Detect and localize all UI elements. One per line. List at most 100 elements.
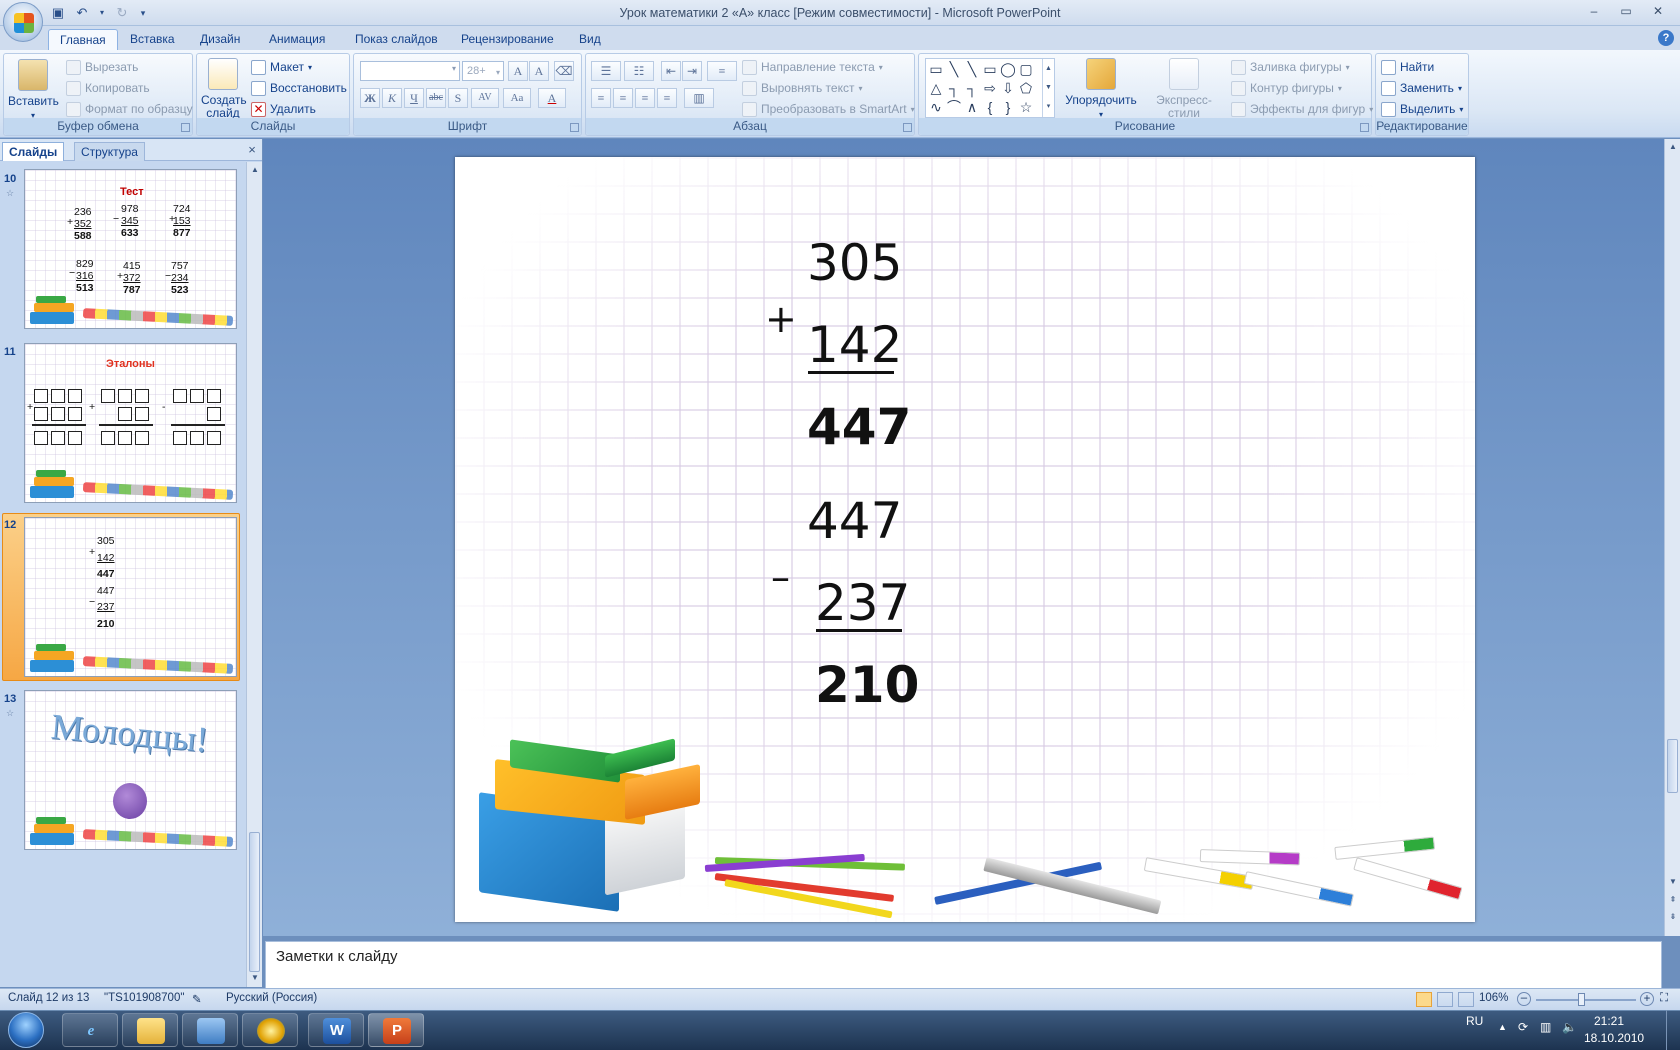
shadow-button[interactable]: S	[448, 88, 468, 108]
scroll-up-icon[interactable]: ▲	[1667, 141, 1679, 153]
strike-button[interactable]: abc	[426, 88, 446, 108]
gallery-scroll[interactable]: ▲ ▼ ▾	[1042, 59, 1054, 117]
case-button[interactable]: Aa	[503, 88, 531, 108]
shrink-font-button[interactable]: A	[529, 61, 549, 81]
tab-structure[interactable]: Структура	[74, 142, 145, 161]
zoom-level[interactable]: 106%	[1479, 992, 1508, 1004]
office-button[interactable]	[3, 2, 43, 42]
slideshow-view-icon[interactable]	[1458, 992, 1474, 1007]
oval-shape-icon[interactable]: ◯	[1000, 61, 1016, 77]
minus-sign[interactable]: –	[771, 547, 790, 607]
down-arrow-shape-icon[interactable]: ⇩	[1000, 80, 1016, 96]
sorter-view-icon[interactable]	[1437, 992, 1453, 1007]
taskbar-word[interactable]: W	[308, 1013, 364, 1047]
zoom-in-icon[interactable]: +	[1640, 992, 1654, 1006]
scroll-thumb[interactable]	[1667, 739, 1678, 793]
right-arrow-shape-icon[interactable]: ⇨	[982, 80, 998, 96]
next-slide-icon[interactable]: ⇟	[1667, 911, 1679, 923]
elbow-shape-icon[interactable]: ┐	[946, 80, 962, 96]
shape-fill-button[interactable]: Заливка фигуры ▾	[1231, 58, 1350, 76]
shape-effects-button[interactable]: Эффекты для фигур ▾	[1231, 100, 1373, 118]
clock-time[interactable]: 21:21	[1594, 1014, 1624, 1028]
restore-button[interactable]: ▭	[1612, 2, 1640, 20]
line-spacing-button[interactable]: ≡	[707, 61, 737, 81]
pentagon-shape-icon[interactable]: ⬠	[1018, 80, 1034, 96]
new-slide-button[interactable]: Создать слайд	[201, 58, 247, 120]
language-indicator[interactable]: Русский (Россия)	[226, 992, 317, 1004]
tab-insert[interactable]: Вставка	[119, 29, 186, 50]
align-center-button[interactable]: ≡	[613, 88, 633, 108]
taskbar-ie[interactable]: e	[62, 1013, 118, 1047]
underline-button[interactable]: Ч	[404, 88, 424, 108]
paste-button[interactable]: Вставить ▾	[8, 59, 59, 122]
minuend[interactable]: 447	[807, 491, 902, 551]
slides-scrollbar[interactable]: ▲ ▼	[246, 162, 262, 987]
undo-dropdown-icon[interactable]: ▾	[98, 5, 106, 21]
replace-button[interactable]: Заменить ▾	[1381, 79, 1462, 97]
bullets-button[interactable]: ☰	[591, 61, 621, 81]
left-brace-shape-icon[interactable]: {	[982, 99, 998, 115]
dialog-launcher-icon[interactable]	[181, 123, 190, 132]
network-sync-icon[interactable]: ⟳	[1518, 1020, 1528, 1034]
sum-result[interactable]: 447	[807, 397, 911, 457]
slide-scrollbar[interactable]: ▲ ▼ ⇞ ⇟	[1664, 139, 1680, 936]
spellcheck-icon[interactable]: ✎	[192, 992, 202, 1006]
justify-button[interactable]: ≡	[657, 88, 677, 108]
tab-slideshow[interactable]: Показ слайдов	[344, 29, 449, 50]
show-desktop-button[interactable]	[1666, 1010, 1680, 1050]
fit-to-window-icon[interactable]: ⛶	[1660, 992, 1668, 1005]
arrange-button[interactable]: Упорядочить ▾	[1063, 58, 1139, 121]
reset-button[interactable]: Восстановить	[251, 79, 347, 97]
help-icon[interactable]: ?	[1658, 30, 1674, 46]
notes-placeholder[interactable]: Заметки к слайду	[276, 948, 398, 965]
font-name-select[interactable]: ▾	[360, 61, 460, 81]
zoom-slider-thumb[interactable]	[1578, 993, 1585, 1006]
redo-icon[interactable]: ↻	[114, 5, 130, 21]
right-brace-shape-icon[interactable]: }	[1000, 99, 1016, 115]
taskbar-paint[interactable]	[182, 1013, 238, 1047]
columns-button[interactable]: ▥	[684, 88, 714, 108]
arc-shape-icon[interactable]: ⌒	[946, 99, 962, 115]
align-text-button[interactable]: Выровнять текст ▾	[742, 79, 863, 97]
slide-thumbnail-11[interactable]: Эталоны + + -	[24, 343, 237, 503]
dialog-launcher-icon[interactable]	[903, 123, 912, 132]
subtrahend[interactable]: 237	[815, 573, 910, 633]
align-left-button[interactable]: ≡	[591, 88, 611, 108]
spacing-button[interactable]: AV	[471, 88, 499, 108]
zoom-out-icon[interactable]: –	[1517, 992, 1531, 1006]
slide-thumbnail-13[interactable]: Молодцы!	[24, 690, 237, 850]
normal-view-icon[interactable]	[1416, 992, 1432, 1007]
undo-icon[interactable]: ↶	[74, 5, 90, 21]
shape-outline-button[interactable]: Контур фигуры ▾	[1231, 79, 1342, 97]
rounded-rect-shape-icon[interactable]: ▢	[1018, 61, 1034, 77]
slide-thumbnail-10[interactable]: Тест 236 352 588 + 978 345 633 − 724 153 877 +…	[24, 169, 237, 329]
grow-font-button[interactable]: A	[508, 61, 528, 81]
find-button[interactable]: Найти	[1381, 58, 1434, 76]
scroll-up-icon[interactable]: ▲	[249, 164, 261, 176]
cut-button[interactable]: Вырезать	[66, 58, 138, 76]
zoom-slider[interactable]	[1536, 999, 1636, 1001]
dialog-launcher-icon[interactable]	[570, 123, 579, 132]
shapes-gallery[interactable]: ▭ ╲ ╲ ▭ ◯ ▢ △ ┐ ┐ ⇨ ⇩ ⬠ ∿ ⌒ ∧ { } ☆ ▲ ▼ ▾	[925, 58, 1055, 118]
numbering-button[interactable]: ☷	[624, 61, 654, 81]
tab-review[interactable]: Рецензирование	[450, 29, 565, 50]
customize-qat-icon[interactable]: ▾	[138, 5, 148, 21]
format-painter-button[interactable]: Формат по образцу	[66, 100, 193, 118]
clear-format-button[interactable]: ⌫	[554, 61, 574, 81]
scroll-down-icon[interactable]: ▼	[1667, 876, 1679, 888]
bold-button[interactable]: Ж	[360, 88, 380, 108]
select-button[interactable]: Выделить ▾	[1381, 100, 1463, 118]
font-color-button[interactable]: A	[538, 88, 566, 108]
star-shape-icon[interactable]: ☆	[1018, 99, 1034, 115]
slide-thumbnail-12[interactable]: 305 142 447 447 237 210 + −	[24, 517, 237, 677]
difference-result[interactable]: 210	[815, 655, 919, 715]
rect-shape-icon[interactable]: ▭	[982, 61, 998, 77]
taskbar-powerpoint[interactable]: P	[368, 1013, 424, 1047]
line-shape-icon[interactable]: ╲	[946, 61, 962, 77]
scroll-down-icon[interactable]: ▼	[249, 972, 261, 984]
delete-slide-button[interactable]: ✕ Удалить	[251, 100, 316, 118]
increase-indent-button[interactable]: ⇥	[682, 61, 702, 81]
volume-icon[interactable]: 🔈	[1562, 1020, 1577, 1034]
show-hidden-icons[interactable]: ▲	[1498, 1022, 1507, 1032]
elbow2-shape-icon[interactable]: ┐	[964, 80, 980, 96]
